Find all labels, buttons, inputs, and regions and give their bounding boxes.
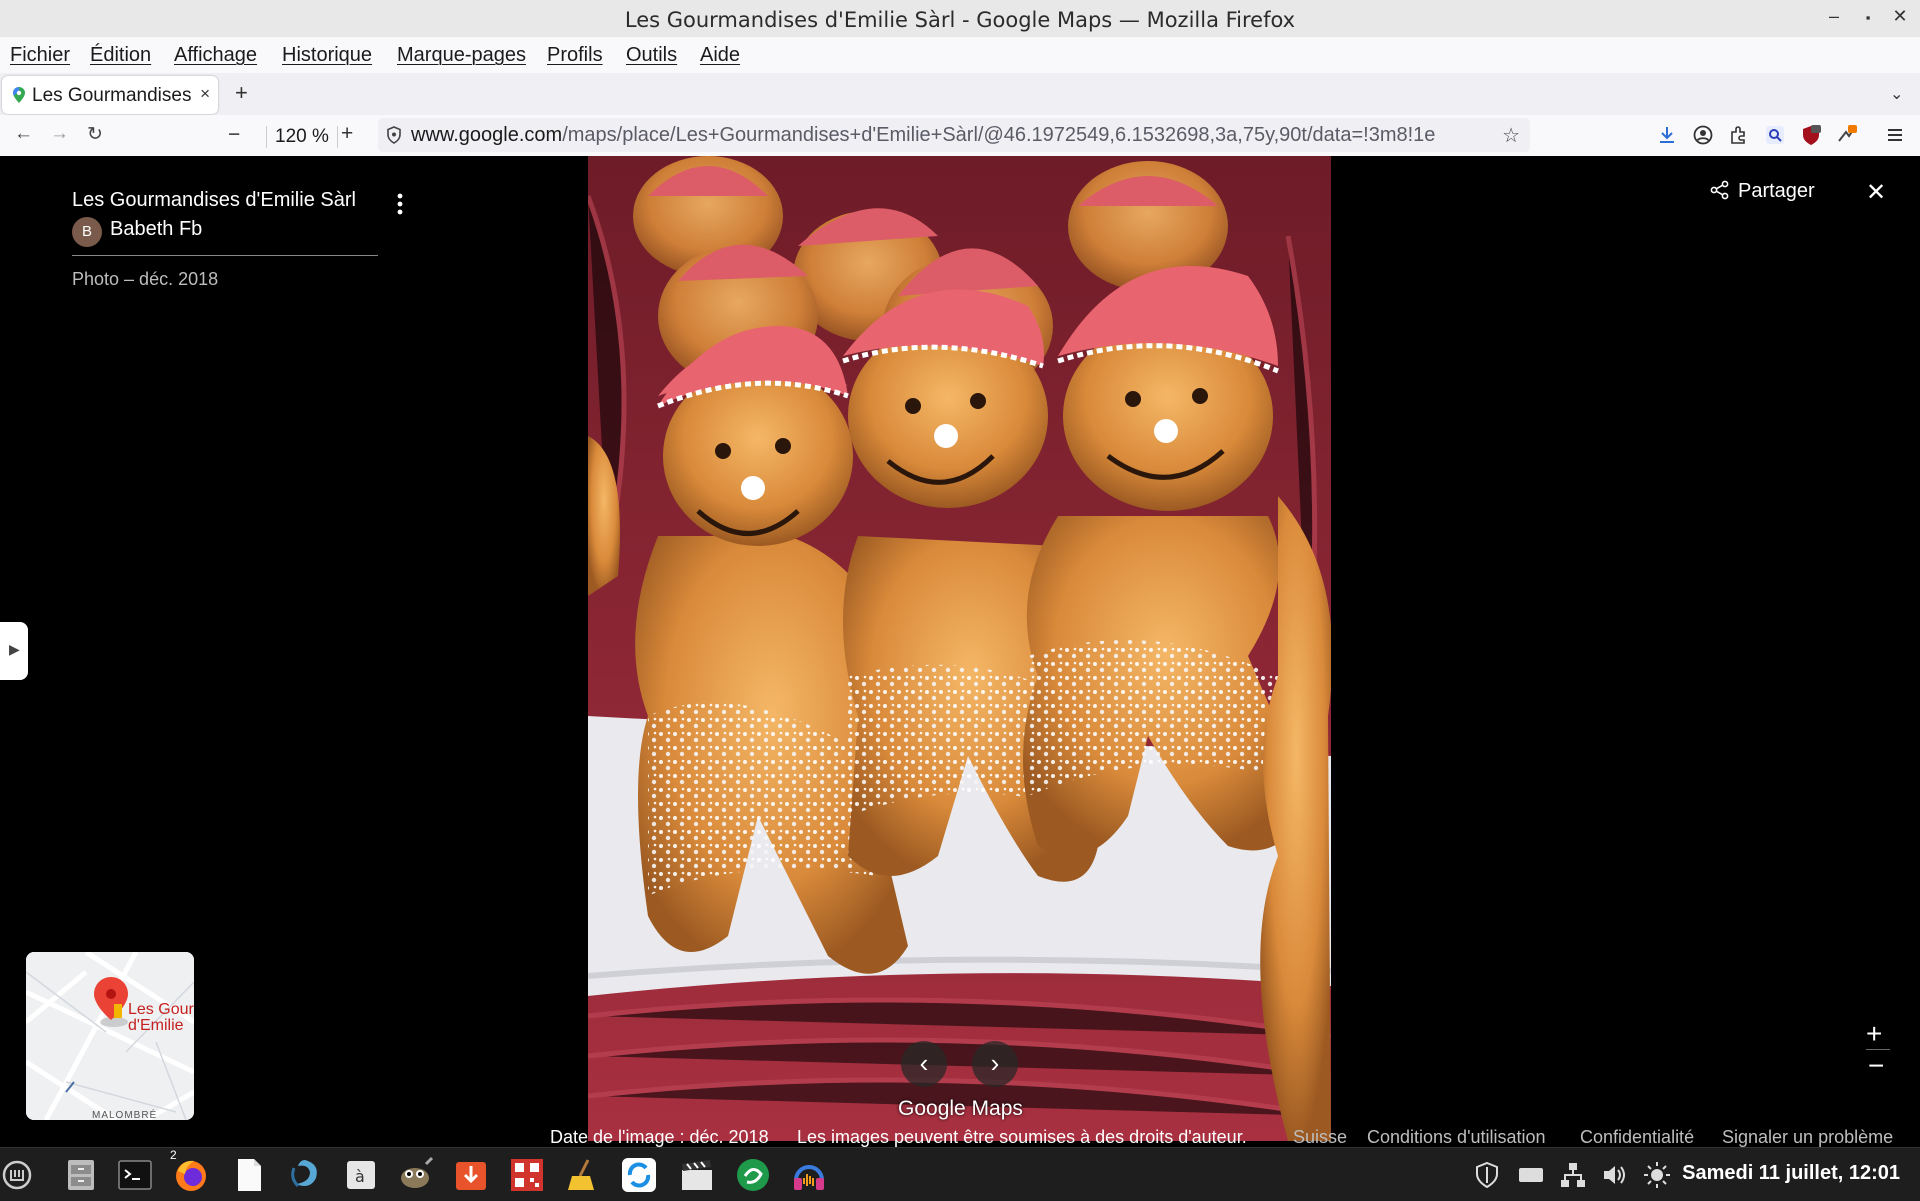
character-map-icon[interactable]: à xyxy=(342,1156,380,1194)
place-photo[interactable] xyxy=(588,156,1331,1141)
url-path: /maps/place/Les+Gourmandises+d'Emilie+Sà… xyxy=(562,124,1436,146)
search-extension-icon[interactable] xyxy=(1764,124,1786,146)
video-editor-clapper-icon[interactable] xyxy=(678,1156,716,1194)
gimp-icon[interactable] xyxy=(396,1156,434,1194)
panel-divider xyxy=(72,255,378,256)
url-bar[interactable]: www.google.com/maps/place/Les+Gourmandis… xyxy=(378,118,1530,152)
broom-cleaner-icon[interactable] xyxy=(564,1156,602,1194)
qr-code-icon[interactable] xyxy=(508,1156,546,1194)
country-link[interactable]: Suisse xyxy=(1293,1127,1347,1148)
zoom-in-button[interactable]: + xyxy=(341,122,353,146)
mini-map[interactable]: Les Gour d'Emilie MALOMBRÉ xyxy=(26,952,194,1120)
menu-edition[interactable]: Édition xyxy=(90,44,151,67)
security-shield-tray-icon[interactable] xyxy=(1472,1160,1502,1190)
photo-zoom-out-button[interactable]: − xyxy=(1868,1050,1884,1082)
reload-icon[interactable]: ↻ xyxy=(87,123,103,146)
tab-bar: Les Gourmandises d'Emilie Sàrl × + ⌄ xyxy=(0,73,1920,115)
mini-map-district: MALOMBRÉ xyxy=(92,1110,158,1120)
terminal-icon[interactable] xyxy=(116,1156,154,1194)
account-icon[interactable] xyxy=(1692,124,1714,146)
download-manager-icon[interactable] xyxy=(452,1156,490,1194)
image-date: Date de l'image : déc. 2018 xyxy=(550,1127,769,1147)
extension-badge-icon[interactable] xyxy=(1836,124,1858,146)
share-label: Partager xyxy=(1738,180,1815,202)
green-circle-app-icon[interactable] xyxy=(734,1156,772,1194)
author-avatar[interactable]: B xyxy=(72,217,102,247)
volume-tray-icon[interactable] xyxy=(1600,1160,1630,1190)
menu-bar: Fichier Édition Affichage Historique Mar… xyxy=(0,37,1920,73)
shield-icon[interactable] xyxy=(386,126,402,144)
window-titlebar: Les Gourmandises d'Emilie Sàrl - Google … xyxy=(0,0,1920,38)
tab-google-maps[interactable]: Les Gourmandises d'Emilie Sàrl × xyxy=(2,76,218,114)
copyright-notice: Les images peuvent être soumises à des d… xyxy=(797,1127,1247,1147)
forward-arrow-icon[interactable]: → xyxy=(50,123,69,145)
mini-map-label-line1: Les Gour xyxy=(128,1001,194,1018)
google-maps-logo: Google Maps xyxy=(898,1097,1023,1120)
menu-marque-pages[interactable]: Marque-pages xyxy=(397,44,526,67)
mini-map-streets xyxy=(26,952,194,1120)
photo-date: Photo – déc. 2018 xyxy=(72,269,219,289)
close-photo-button[interactable]: ✕ xyxy=(1866,178,1886,207)
keyboard-tray-icon[interactable] xyxy=(1516,1160,1546,1190)
hamburger-menu-icon[interactable] xyxy=(1884,124,1906,146)
audio-headphones-icon[interactable] xyxy=(790,1156,828,1194)
new-tab-button[interactable]: + xyxy=(235,80,248,106)
privacy-link[interactable]: Confidentialité xyxy=(1580,1127,1694,1148)
taskbar-clock[interactable]: Samedi 11 juillet, 12:01 xyxy=(1682,1162,1900,1185)
author-name[interactable]: Babeth Fb xyxy=(110,218,202,241)
menu-historique[interactable]: Historique xyxy=(282,44,372,67)
svg-text:à: à xyxy=(355,1167,365,1186)
place-name[interactable]: Les Gourmandises d'Emilie Sàrl xyxy=(72,189,356,212)
menu-profils[interactable]: Profils xyxy=(547,44,603,67)
chevron-right-icon: ▶ xyxy=(9,641,20,657)
tab-list-chevron-icon[interactable]: ⌄ xyxy=(1890,84,1903,104)
navigation-bar: ← → ↻ − 120 % + www.google.com/maps/plac… xyxy=(0,115,1920,157)
window-title: Les Gourmandises d'Emilie Sàrl - Google … xyxy=(624,8,1296,32)
pastry-photo-illustration xyxy=(588,156,1331,1141)
maximize-icon[interactable]: ▪ xyxy=(1856,10,1880,25)
zoom-out-button[interactable]: − xyxy=(228,123,240,147)
close-window-icon[interactable]: ✕ xyxy=(1888,6,1912,27)
maps-footer: Date de l'image : déc. 2018 Les images p… xyxy=(0,1127,1920,1147)
tab-title: Les Gourmandises d'Emilie Sàrl xyxy=(32,85,196,106)
mini-map-label-line2: d'Emilie xyxy=(128,1017,184,1034)
file-manager-icon[interactable] xyxy=(62,1156,100,1194)
maps-pin-icon xyxy=(13,87,25,103)
terms-link[interactable]: Conditions d'utilisation xyxy=(1367,1127,1546,1148)
share-button[interactable]: Partager xyxy=(1710,180,1815,203)
more-options-icon[interactable] xyxy=(390,190,410,218)
mini-map-place-label: Les Gour d'Emilie xyxy=(128,1002,194,1034)
extensions-puzzle-icon[interactable] xyxy=(1728,124,1750,146)
taskbar: 2 à Samedi 11 juillet, 12:01 xyxy=(0,1147,1920,1201)
photo-zoom-in-button[interactable]: + xyxy=(1866,1018,1882,1050)
report-problem-link[interactable]: Signaler un problème xyxy=(1722,1127,1893,1148)
back-arrow-icon[interactable]: ← xyxy=(14,123,33,145)
menu-affichage[interactable]: Affichage xyxy=(174,44,257,67)
zoom-level[interactable]: 120 % xyxy=(266,126,338,148)
sync-app-icon[interactable] xyxy=(620,1156,658,1194)
previous-photo-button[interactable]: ‹ xyxy=(901,1041,947,1087)
next-photo-button[interactable]: › xyxy=(972,1041,1018,1087)
share-icon xyxy=(1710,180,1729,200)
ublock-shield-icon[interactable] xyxy=(1800,124,1822,146)
swirl-app-icon[interactable] xyxy=(286,1156,324,1194)
firefox-icon[interactable] xyxy=(172,1156,210,1194)
tab-close-icon[interactable]: × xyxy=(200,84,210,104)
start-menu-icon[interactable] xyxy=(0,1158,34,1192)
url-text[interactable]: www.google.com/maps/place/Les+Gourmandis… xyxy=(411,124,1491,147)
menu-aide[interactable]: Aide xyxy=(700,44,740,67)
text-document-icon[interactable] xyxy=(230,1156,268,1194)
network-tray-icon[interactable] xyxy=(1558,1160,1588,1190)
zoom-controls: − 120 % + xyxy=(228,120,353,150)
brightness-tray-icon[interactable] xyxy=(1642,1160,1672,1190)
minimize-icon[interactable]: – xyxy=(1822,6,1846,27)
menu-fichier[interactable]: Fichier xyxy=(10,44,70,67)
bookmark-star-icon[interactable]: ☆ xyxy=(1502,123,1520,148)
side-panel-toggle[interactable]: ▶ xyxy=(0,622,28,680)
url-host: www.google.com xyxy=(411,124,563,146)
menu-outils[interactable]: Outils xyxy=(626,44,677,67)
downloads-icon[interactable] xyxy=(1656,124,1678,146)
